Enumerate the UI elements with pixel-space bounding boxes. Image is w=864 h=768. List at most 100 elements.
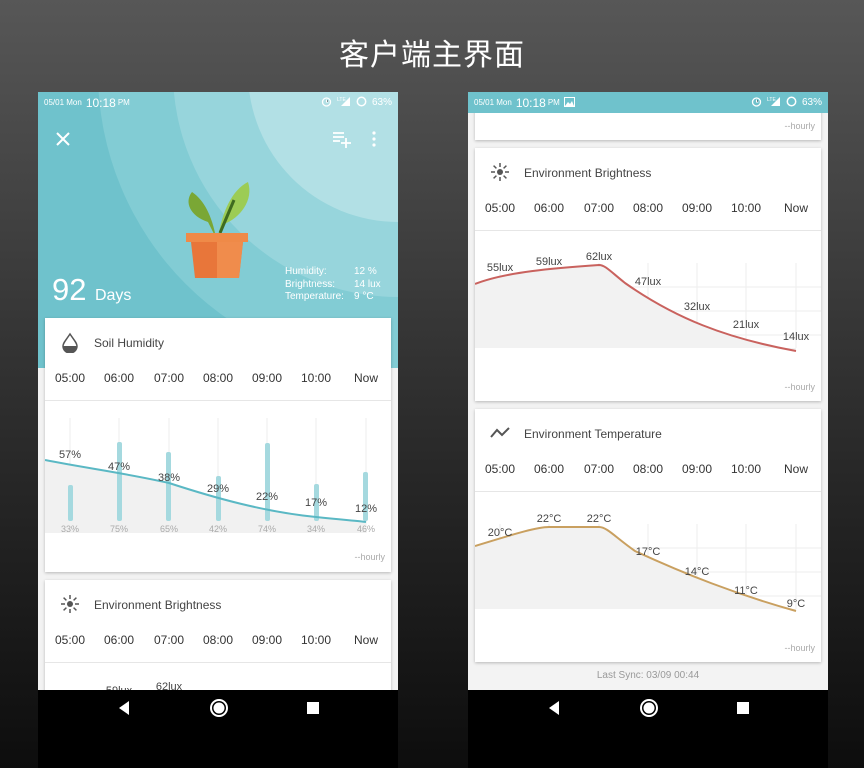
card-title: Soil Humidity	[94, 336, 165, 350]
phone-left: 92 Days Humidity: 12 % Brightness: 14 lu…	[38, 92, 398, 768]
recents-icon[interactable]	[736, 701, 750, 720]
close-icon[interactable]	[52, 128, 74, 150]
time-label: 10:00	[730, 201, 762, 215]
hourly-label: --hourly	[784, 121, 815, 131]
brightness-chart: 55lux 59lux 62lux 47lux 32lux 21lux 14lu…	[475, 251, 821, 352]
temp-label: 22°C	[587, 513, 612, 525]
time-label: 07:00	[583, 462, 615, 476]
back-icon[interactable]	[546, 700, 562, 721]
time-label: 10:00	[300, 633, 332, 647]
time-label: 05:00	[484, 462, 516, 476]
back-icon[interactable]	[116, 700, 132, 721]
right-screen: --hourly Environment Brightness 05:00 06…	[468, 92, 828, 690]
page-title: 客户端主界面	[339, 38, 525, 73]
battery-icon	[356, 96, 367, 110]
time-label: 05:00	[54, 371, 86, 385]
days-number: 92	[52, 272, 87, 307]
time-label: 08:00	[632, 201, 664, 215]
time-row: 05:00 06:00 07:00 08:00 09:00 10:00 Now	[45, 371, 391, 387]
lux-label: 21lux	[733, 319, 760, 331]
soil-label: 38%	[158, 472, 180, 484]
hourly-label: --hourly	[784, 643, 815, 653]
lux-label: 32lux	[684, 301, 711, 313]
hourly-label: --hourly	[784, 382, 815, 392]
bar-0633	[68, 485, 73, 521]
signal-icon: LTE	[767, 96, 781, 110]
stat-value: 9 °C	[354, 291, 374, 302]
home-icon[interactable]	[209, 698, 229, 723]
soil-label: 12%	[355, 503, 377, 515]
stat-label: Humidity:	[285, 266, 327, 277]
bar-label: 75%	[110, 524, 128, 534]
stat-label: Temperature:	[285, 291, 344, 302]
card-title: Environment Brightness	[524, 166, 652, 180]
time-label: 06:00	[103, 633, 135, 647]
time-label: Now	[783, 462, 808, 476]
time-label: Now	[353, 371, 378, 385]
divider	[475, 230, 821, 231]
status-date: 05/01 Mon	[474, 98, 512, 107]
lux-label: 62lux	[156, 681, 183, 690]
nav-bar	[38, 690, 398, 730]
temp-label: 17°C	[636, 546, 661, 558]
time-label: 09:00	[681, 201, 713, 215]
lux-label: 59lux	[536, 256, 563, 268]
hourly-label: --hourly	[354, 552, 385, 562]
stat-value: 14 lux	[354, 279, 381, 290]
time-label: 07:00	[153, 633, 185, 647]
temp-label: 20°C	[488, 527, 513, 539]
status-time: 10:18	[515, 95, 546, 110]
time-label: 06:00	[103, 371, 135, 385]
time-label: 08:00	[202, 633, 234, 647]
stat-label: Brightness:	[285, 279, 336, 290]
brightness-card[interactable]: Environment Brightness 05:00 06:00 07:00…	[45, 580, 391, 690]
home-icon[interactable]	[639, 698, 659, 723]
temp-label: 9°C	[787, 598, 806, 610]
time-label: Now	[353, 633, 378, 647]
battery-percent: 63%	[371, 97, 392, 108]
bar-label: 42%	[209, 524, 227, 534]
alarm-icon	[751, 96, 762, 110]
bar-label: 34%	[307, 524, 325, 534]
card-title: Environment Temperature	[524, 427, 662, 441]
divider	[45, 662, 391, 663]
status-date: 05/01 Mon	[44, 98, 82, 107]
brightness-chart-partial: 59lux 62lux	[106, 681, 183, 690]
bar-label: 46%	[357, 524, 375, 534]
days-counter: 92 Days	[52, 272, 131, 308]
soil-label: 22%	[256, 491, 278, 503]
temperature-card[interactable]: Environment Temperature 05:00 06:00 07:0…	[475, 409, 821, 662]
time-label: 06:00	[533, 462, 565, 476]
recents-icon[interactable]	[306, 701, 320, 720]
nav-bar	[468, 690, 828, 730]
stat-brightness: Brightness: 14 lux	[285, 279, 385, 290]
time-label: 10:00	[300, 371, 332, 385]
plant-pot-icon	[182, 178, 257, 280]
time-label: Now	[783, 201, 808, 215]
time-label: 07:00	[583, 201, 615, 215]
more-vert-icon[interactable]	[368, 128, 380, 150]
status-bar: 05/01 Mon 10:18 PM LTE 63%	[468, 92, 828, 113]
time-label: 09:00	[681, 462, 713, 476]
time-label: 06:00	[533, 201, 565, 215]
soil-label: 57%	[59, 449, 81, 461]
trend-line-icon	[489, 422, 511, 444]
soil-humidity-card[interactable]: Soil Humidity 05:00 06:00 07:00 08:00 09…	[45, 318, 391, 572]
temp-label: 14°C	[685, 566, 710, 578]
bar-75	[117, 442, 122, 521]
battery-icon	[786, 96, 797, 110]
lux-label: 47lux	[635, 276, 662, 288]
days-label: Days	[94, 287, 132, 304]
playlist-add-icon[interactable]	[330, 128, 352, 150]
soil-label: 47%	[108, 461, 130, 473]
time-label: 09:00	[251, 633, 283, 647]
time-label: 08:00	[202, 371, 234, 385]
brightness-card[interactable]: Environment Brightness 05:00 06:00 07:00…	[475, 148, 821, 401]
time-label: 07:00	[153, 371, 185, 385]
brightness-icon	[489, 161, 511, 183]
time-label: 05:00	[484, 201, 516, 215]
last-sync: Last Sync: 03/09 00:44	[596, 670, 700, 681]
time-label: 09:00	[251, 371, 283, 385]
time-row: 05:00 06:00 07:00 08:00 09:00 10:00 Now	[475, 201, 821, 217]
soil-label: 29%	[207, 483, 229, 495]
